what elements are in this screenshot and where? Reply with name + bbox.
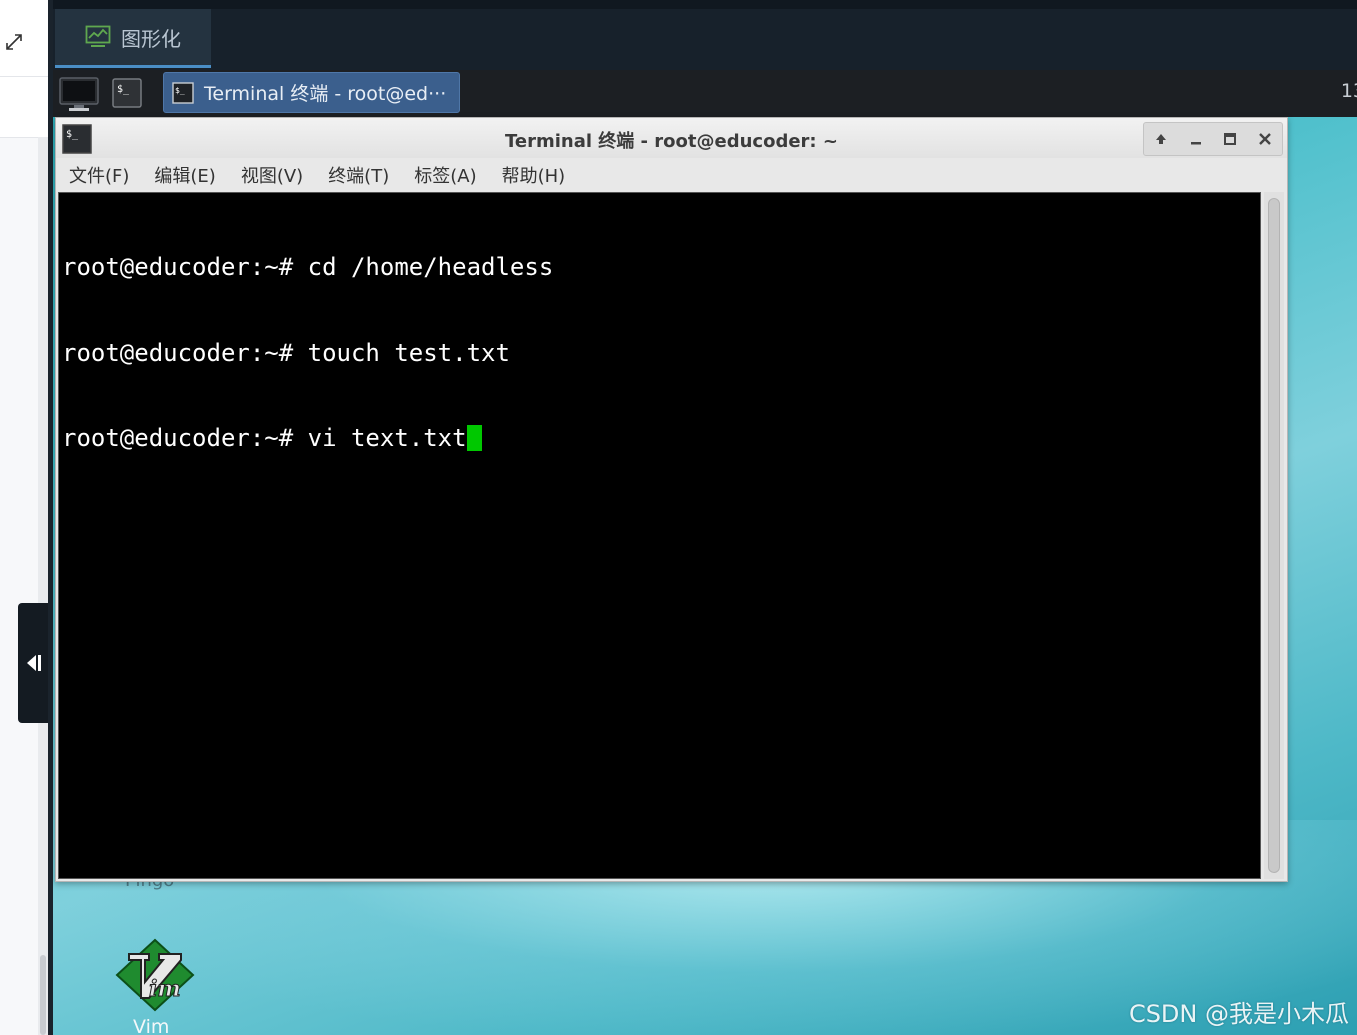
svg-text:im: im	[149, 976, 181, 1002]
terminal-scroll-thumb[interactable]	[1268, 198, 1280, 873]
window-titlebar[interactable]: $_ Terminal 终端 - root@educoder: ~	[56, 118, 1287, 158]
taskbar-task-terminal[interactable]: $_ Terminal 终端 - root@ed···	[163, 72, 460, 113]
menu-view[interactable]: 视图(V)	[241, 162, 303, 188]
collapse-left-icon	[27, 655, 41, 671]
tab-graphical[interactable]: 图形化	[55, 9, 211, 68]
menu-terminal[interactable]: 终端(T)	[328, 162, 389, 188]
collapse-panel-button[interactable]	[18, 603, 50, 723]
vim-logo-icon[interactable]: im	[115, 938, 195, 1012]
desktop-icon-label-vim[interactable]: Vim	[133, 1016, 169, 1035]
up-arrow-icon[interactable]	[1151, 129, 1171, 149]
xfce-panel: $_ $_ Terminal 终端 - root@ed··· 13	[53, 70, 1357, 117]
viewer-tab-bar	[53, 0, 1357, 70]
browser-side-panel	[0, 0, 52, 1035]
menu-tabs[interactable]: 标签(A)	[414, 162, 476, 188]
terminal-cursor	[466, 425, 482, 451]
terminal-line-text: root@educoder:~# touch test.txt	[62, 338, 510, 367]
menu-help[interactable]: 帮助(H)	[502, 162, 566, 188]
terminal-output[interactable]: root@educoder:~# cd /home/headless root@…	[58, 192, 1261, 879]
expand-icon[interactable]	[2, 30, 26, 54]
menu-edit[interactable]: 编辑(E)	[154, 162, 215, 188]
side-panel-scroll-thumb[interactable]	[40, 955, 46, 1035]
terminal-lines: root@educoder:~# cd /home/headless root@…	[62, 196, 553, 510]
terminal-line: root@educoder:~# cd /home/headless	[62, 253, 554, 281]
maximize-icon[interactable]	[1220, 129, 1240, 149]
panel-clock[interactable]: 13	[1341, 80, 1357, 102]
window-title: Terminal 终端 - root@educoder: ~	[505, 131, 838, 152]
terminal-line: root@educoder:~# touch test.txt	[62, 339, 553, 368]
menubar: 文件(F) 编辑(E) 视图(V) 终端(T) 标签(A) 帮助(H)	[56, 158, 1287, 192]
terminal-line-text: root@educoder:~# vi text.txt	[62, 424, 467, 452]
close-icon[interactable]	[1255, 129, 1275, 149]
menu-file[interactable]: 文件(F)	[69, 162, 129, 188]
side-panel-scrollbar[interactable]	[38, 137, 48, 1035]
viewer-top-border	[53, 0, 1357, 9]
side-panel-section	[0, 77, 48, 138]
watermark: CSDN @我是小木瓜	[1128, 1000, 1349, 1028]
side-panel-header	[0, 0, 48, 77]
window-controls	[1143, 122, 1283, 156]
svg-text:$_: $_	[117, 84, 130, 95]
terminal-icon[interactable]: $_	[112, 78, 142, 108]
remote-desktop: 图形化 $_ $_ Terminal 终端 - root@ed··· 13 Pi…	[53, 0, 1357, 1035]
svg-text:$_: $_	[175, 86, 185, 95]
terminal-line: root@educoder:~# vi text.txt	[62, 424, 553, 453]
terminal-scrollbar[interactable]	[1264, 192, 1284, 879]
terminal-window: $_ Terminal 终端 - root@educoder: ~ 文件(F)	[55, 117, 1288, 882]
monitor-icon[interactable]	[59, 76, 99, 112]
chart-monitor-icon	[85, 25, 111, 47]
terminal-icon: $_	[172, 81, 194, 104]
taskbar-task-label: Terminal 终端 - root@ed···	[204, 83, 447, 105]
minimize-icon[interactable]	[1186, 129, 1206, 149]
tab-graphical-label: 图形化	[121, 26, 181, 51]
